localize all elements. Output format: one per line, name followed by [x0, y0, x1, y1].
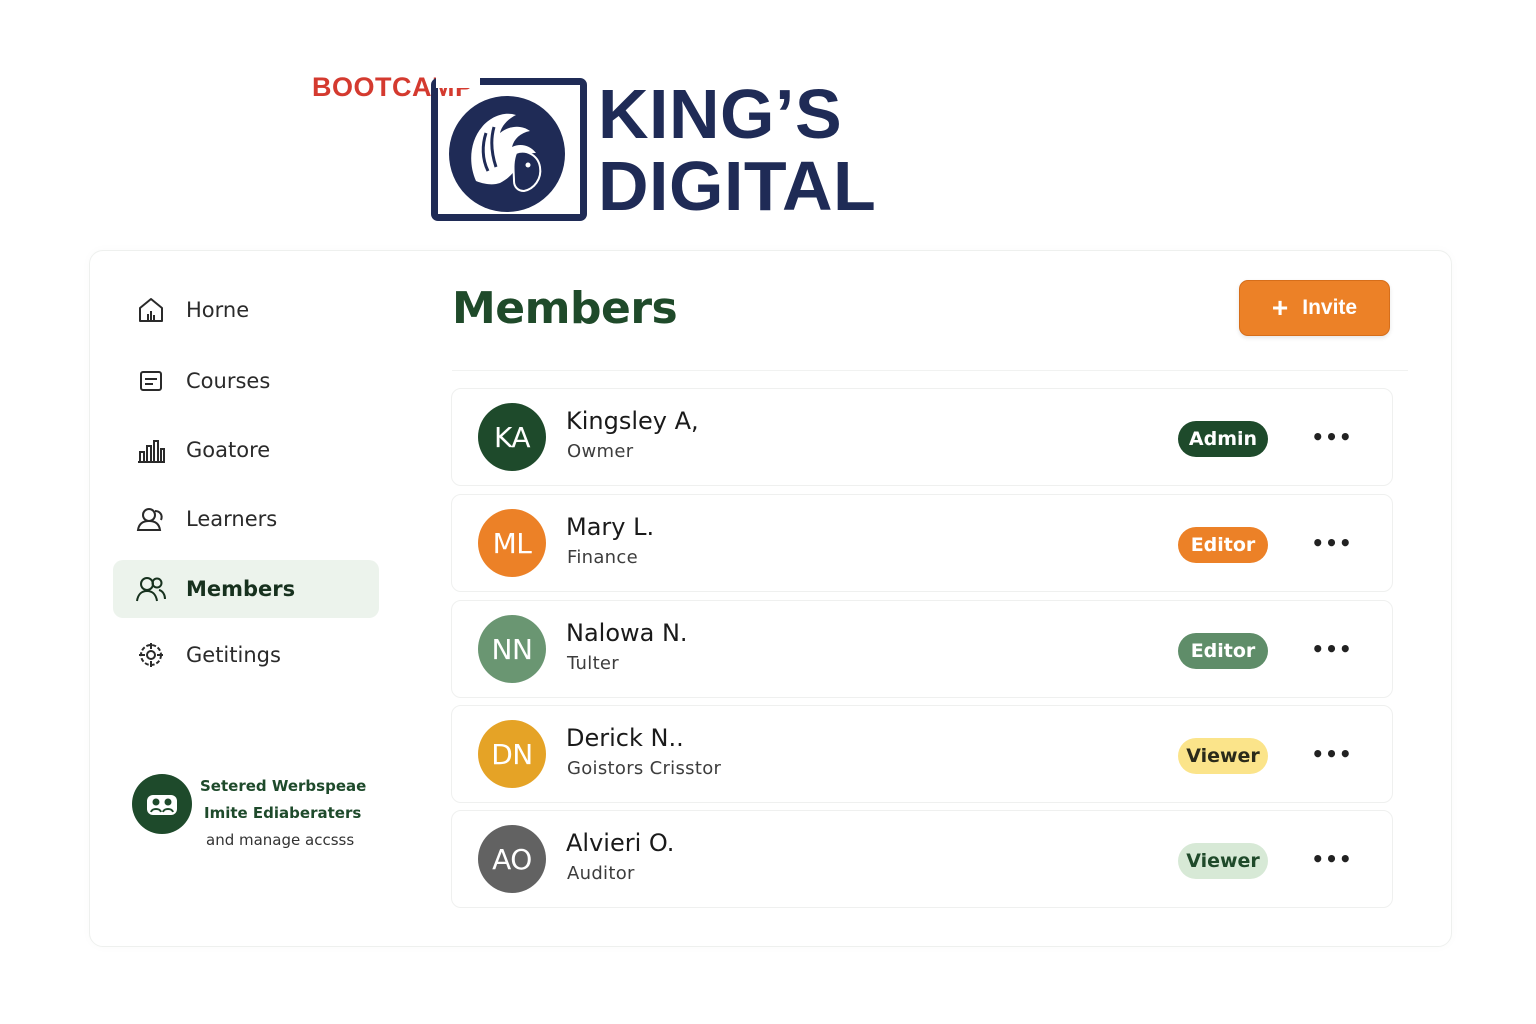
- member-row[interactable]: AO Alvieri O. Auditor Viewer •••: [451, 810, 1393, 908]
- member-row[interactable]: NN Nalowa N. Tulter Editor •••: [451, 600, 1393, 698]
- sidebar-item-label: Goatore: [186, 438, 271, 462]
- plus-icon: +: [1271, 292, 1289, 323]
- role-badge[interactable]: Editor: [1178, 527, 1268, 563]
- more-options-icon[interactable]: •••: [1311, 631, 1352, 667]
- member-name: Kingsley A,: [566, 407, 699, 435]
- member-name: Derick N..: [566, 724, 684, 752]
- sidebar-item-learners[interactable]: Learners: [113, 490, 379, 548]
- team-icon: [132, 774, 192, 834]
- home-icon: [134, 293, 168, 327]
- member-row[interactable]: ML Mary L. Finance Editor •••: [451, 494, 1393, 592]
- workspace-promo[interactable]: Setered Werbspeae Imite Ediaberaters and…: [119, 750, 369, 862]
- sidebar-item-label: Courses: [186, 369, 271, 393]
- member-name: Nalowa N.: [566, 619, 688, 647]
- avatar: ML: [478, 509, 546, 577]
- sidebar-item-settings[interactable]: Getitings: [113, 626, 379, 684]
- avatar: DN: [478, 720, 546, 788]
- members-icon: [134, 572, 168, 606]
- invite-label: Invite: [1302, 296, 1358, 319]
- sidebar-item-label: Horne: [186, 298, 250, 322]
- role-badge[interactable]: Admin: [1178, 421, 1268, 457]
- avatar: NN: [478, 615, 546, 683]
- more-options-icon[interactable]: •••: [1311, 841, 1352, 877]
- role-badge[interactable]: Editor: [1178, 633, 1268, 669]
- settings-gear-icon: [134, 638, 168, 672]
- role-badge[interactable]: Viewer: [1178, 738, 1268, 774]
- sidebar-item-label: Learners: [186, 507, 278, 531]
- brand-logo: BOOTCAMP KING’S DIGITAL: [300, 60, 900, 235]
- more-options-icon[interactable]: •••: [1311, 525, 1352, 561]
- member-role: Owmer: [567, 441, 634, 462]
- avatar: KA: [478, 403, 546, 471]
- sidebar-item-label: Members: [186, 577, 296, 601]
- sidebar-item-courses[interactable]: Courses: [113, 352, 379, 410]
- sidebar-item-members[interactable]: Members: [113, 560, 379, 618]
- member-role: Goistors Crisstor: [567, 758, 722, 779]
- bar-chart-icon: [134, 433, 168, 467]
- member-role: Auditor: [567, 863, 635, 884]
- sidebar-item-label: Getitings: [186, 643, 281, 667]
- invite-button[interactable]: + Invite: [1239, 280, 1390, 336]
- role-badge[interactable]: Viewer: [1178, 843, 1268, 879]
- promo-line-1: Setered Werbspeae: [200, 777, 367, 795]
- promo-line-3: and manage accsss: [206, 831, 355, 849]
- page-title: Members: [452, 283, 678, 334]
- member-role: Finance: [567, 547, 638, 568]
- learners-icon: [134, 502, 168, 536]
- brand-line-2: DIGITAL: [598, 147, 877, 225]
- member-row[interactable]: KA Kingsley A, Owmer Admin •••: [451, 388, 1393, 486]
- more-options-icon[interactable]: •••: [1311, 419, 1352, 455]
- sidebar-item-goatore[interactable]: Goatore: [113, 421, 379, 479]
- avatar: AO: [478, 825, 546, 893]
- member-role: Tulter: [567, 653, 620, 674]
- lion-head-icon: [449, 96, 565, 212]
- member-row[interactable]: DN Derick N.. Goistors Crisstor Viewer •…: [451, 705, 1393, 803]
- member-name: Mary L.: [566, 513, 655, 541]
- member-name: Alvieri O.: [566, 829, 675, 857]
- sidebar-item-home[interactable]: Horne: [113, 281, 379, 339]
- brand-line-1: KING’S: [598, 75, 843, 153]
- courses-icon: [134, 364, 168, 398]
- promo-line-2: Imite Ediaberaters: [204, 804, 362, 822]
- more-options-icon[interactable]: •••: [1311, 736, 1352, 772]
- list-divider: [452, 370, 1408, 371]
